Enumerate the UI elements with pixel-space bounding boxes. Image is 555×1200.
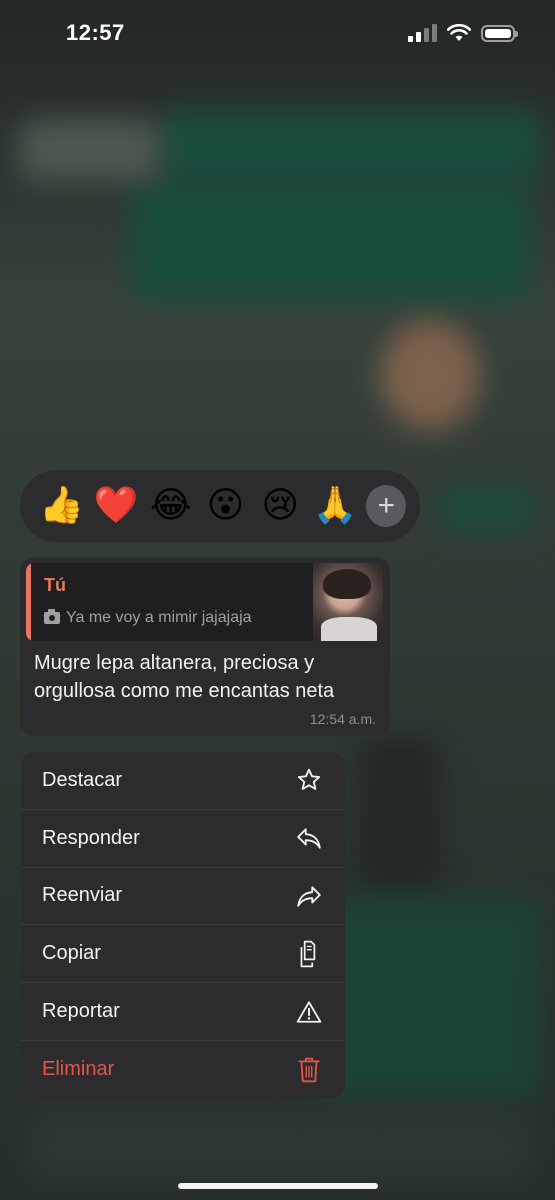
menu-item-reportar[interactable]: Reportar — [21, 983, 345, 1041]
menu-item-label: Responder — [42, 826, 140, 849]
home-indicator[interactable] — [178, 1183, 378, 1189]
quoted-photo-thumbnail — [313, 563, 383, 641]
reaction-picker: 👍 ❤️ 😂 😮 😢 🙏 + — [20, 470, 420, 542]
status-icons — [408, 22, 518, 44]
cellular-signal-icon — [408, 24, 437, 42]
warning-icon — [295, 998, 323, 1026]
message-text: Mugre lepa altanera, preciosa y orgullos… — [34, 652, 335, 702]
menu-item-eliminar[interactable]: Eliminar — [21, 1041, 345, 1099]
reaction-praying[interactable]: 🙏 — [308, 477, 363, 535]
menu-item-responder[interactable]: Responder — [21, 810, 345, 868]
status-time: 12:57 — [66, 20, 125, 45]
quoted-author: Tú — [44, 575, 66, 595]
quoted-message[interactable]: Tú Ya me voy a mimir jajajaja — [26, 563, 383, 641]
star-icon — [295, 766, 323, 794]
copy-icon — [295, 940, 323, 968]
message-context-menu: Destacar Responder Reenviar Copiar Repor… — [21, 752, 345, 1099]
trash-icon — [295, 1056, 323, 1084]
wifi-icon — [447, 24, 471, 41]
more-reactions-button[interactable]: + — [366, 485, 407, 527]
reaction-surprised[interactable]: 😮 — [198, 477, 253, 535]
message-time: 12:54 a.m. — [309, 711, 376, 727]
menu-item-label: Reenviar — [42, 884, 123, 907]
menu-item-label: Destacar — [42, 768, 123, 791]
reaction-heart[interactable]: ❤️ — [89, 477, 144, 535]
battery-icon — [481, 24, 518, 42]
quoted-caption-row: Ya me voy a mimir jajajaja — [44, 609, 252, 627]
menu-item-label: Eliminar — [42, 1058, 115, 1081]
camera-icon — [44, 609, 60, 624]
menu-item-reenviar[interactable]: Reenviar — [21, 868, 345, 926]
forward-icon — [295, 882, 323, 910]
menu-item-label: Reportar — [42, 1000, 120, 1023]
reaction-laughing[interactable]: 😂 — [143, 477, 198, 535]
message-bubble[interactable]: Tú Ya me voy a mimir jajajaja Mugre lepa… — [20, 557, 390, 736]
quote-accent-bar — [26, 563, 31, 641]
status-bar: 12:57 — [0, 0, 555, 66]
reaction-thumbs-up[interactable]: 👍 — [34, 477, 89, 535]
menu-item-label: Copiar — [42, 942, 101, 965]
menu-item-destacar[interactable]: Destacar — [21, 752, 345, 810]
reply-icon — [295, 824, 323, 852]
menu-item-copiar[interactable]: Copiar — [21, 925, 345, 984]
quoted-caption: Ya me voy a mimir jajajaja — [66, 609, 252, 626]
reaction-crying[interactable]: 😢 — [253, 477, 308, 535]
